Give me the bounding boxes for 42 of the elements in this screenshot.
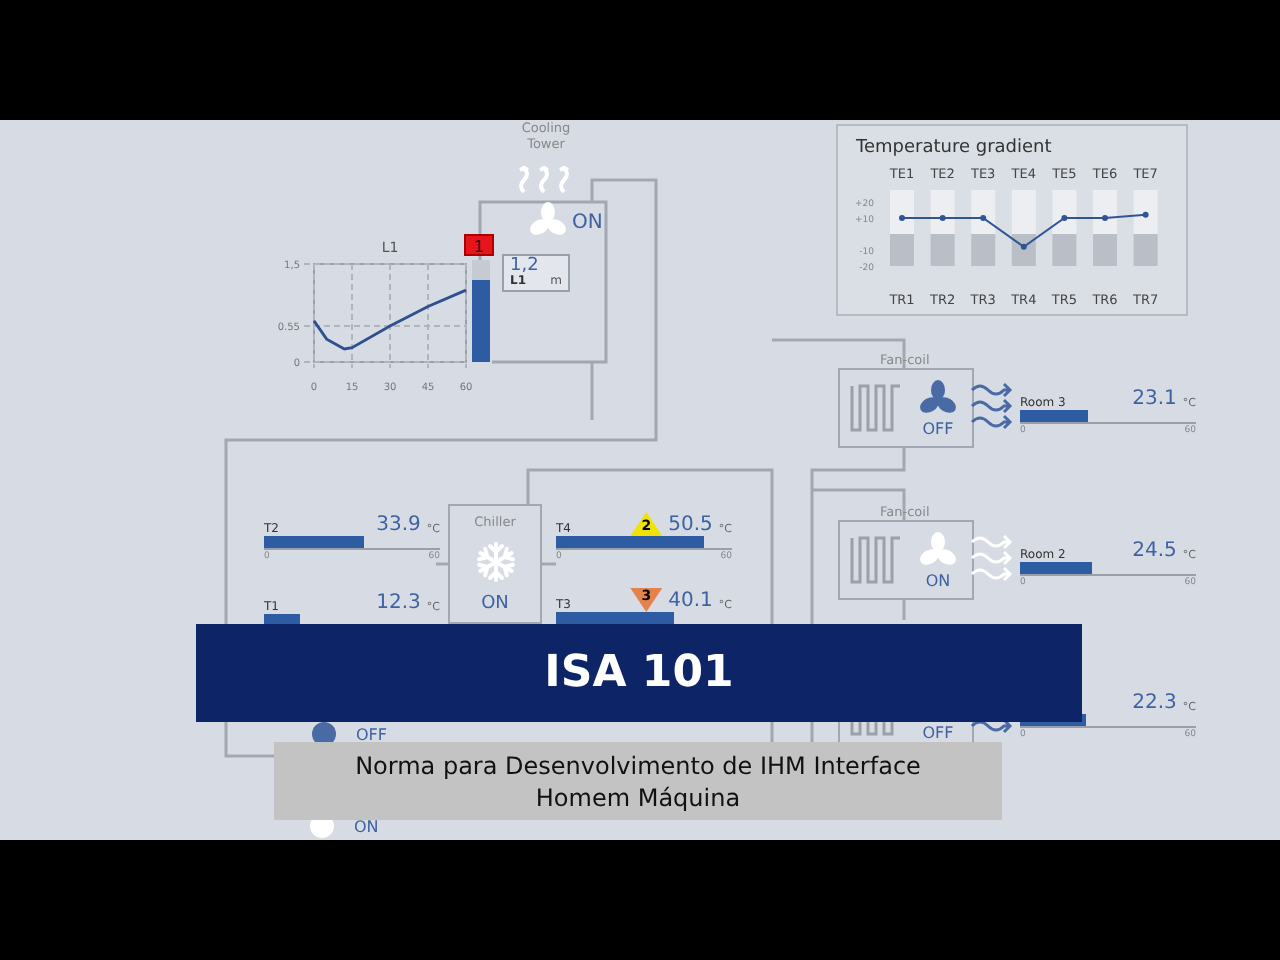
video-title: ISA 101 bbox=[544, 648, 734, 698]
temperature-value: 33.9 bbox=[376, 514, 421, 536]
column-band bbox=[890, 190, 914, 234]
data-point bbox=[1102, 215, 1108, 221]
column-band bbox=[930, 234, 955, 266]
data-point bbox=[980, 215, 987, 221]
temperature-value: 23.1 bbox=[1132, 388, 1177, 410]
data-point bbox=[1142, 211, 1149, 218]
status-text: ON bbox=[572, 212, 603, 234]
temperature-value: 22.3 bbox=[1132, 692, 1177, 714]
status-text: OFF bbox=[922, 723, 954, 741]
column-band bbox=[1052, 190, 1077, 234]
data-point bbox=[1061, 215, 1068, 221]
chart-title: Temperature gradient bbox=[856, 138, 1052, 158]
column-band bbox=[1011, 190, 1036, 234]
column-band bbox=[1093, 234, 1117, 266]
alarm-badge: 1 bbox=[464, 234, 494, 256]
temperature-value: 50.5 bbox=[668, 514, 713, 536]
status-text: ON bbox=[354, 818, 379, 836]
airflow-icon bbox=[970, 532, 1014, 584]
status-text: OFF bbox=[922, 419, 954, 437]
level-value: 1,2 bbox=[510, 256, 539, 276]
temperature-value: 12.3 bbox=[376, 592, 421, 614]
temperature-value: 24.5 bbox=[1132, 540, 1177, 562]
column-band bbox=[971, 234, 996, 266]
data-point bbox=[899, 215, 905, 221]
airflow-icon bbox=[970, 380, 1014, 432]
column-band bbox=[1093, 190, 1117, 234]
temperature-value: 40.1 bbox=[668, 590, 713, 612]
column-band bbox=[1133, 234, 1158, 266]
data-point bbox=[939, 215, 946, 221]
column-band bbox=[1052, 234, 1077, 266]
column-band bbox=[930, 190, 955, 234]
column-band bbox=[890, 234, 914, 266]
column-band bbox=[1133, 190, 1158, 234]
subtitle-caption: Norma para Desenvolvimento de IHM Interface Homem Máquina bbox=[274, 742, 1002, 820]
column-band bbox=[971, 190, 996, 234]
data-point bbox=[1020, 243, 1027, 250]
status-text: ON bbox=[925, 571, 951, 589]
status-text: OFF bbox=[356, 726, 387, 744]
column-band bbox=[1011, 234, 1036, 266]
status-text: ON bbox=[481, 594, 509, 614]
